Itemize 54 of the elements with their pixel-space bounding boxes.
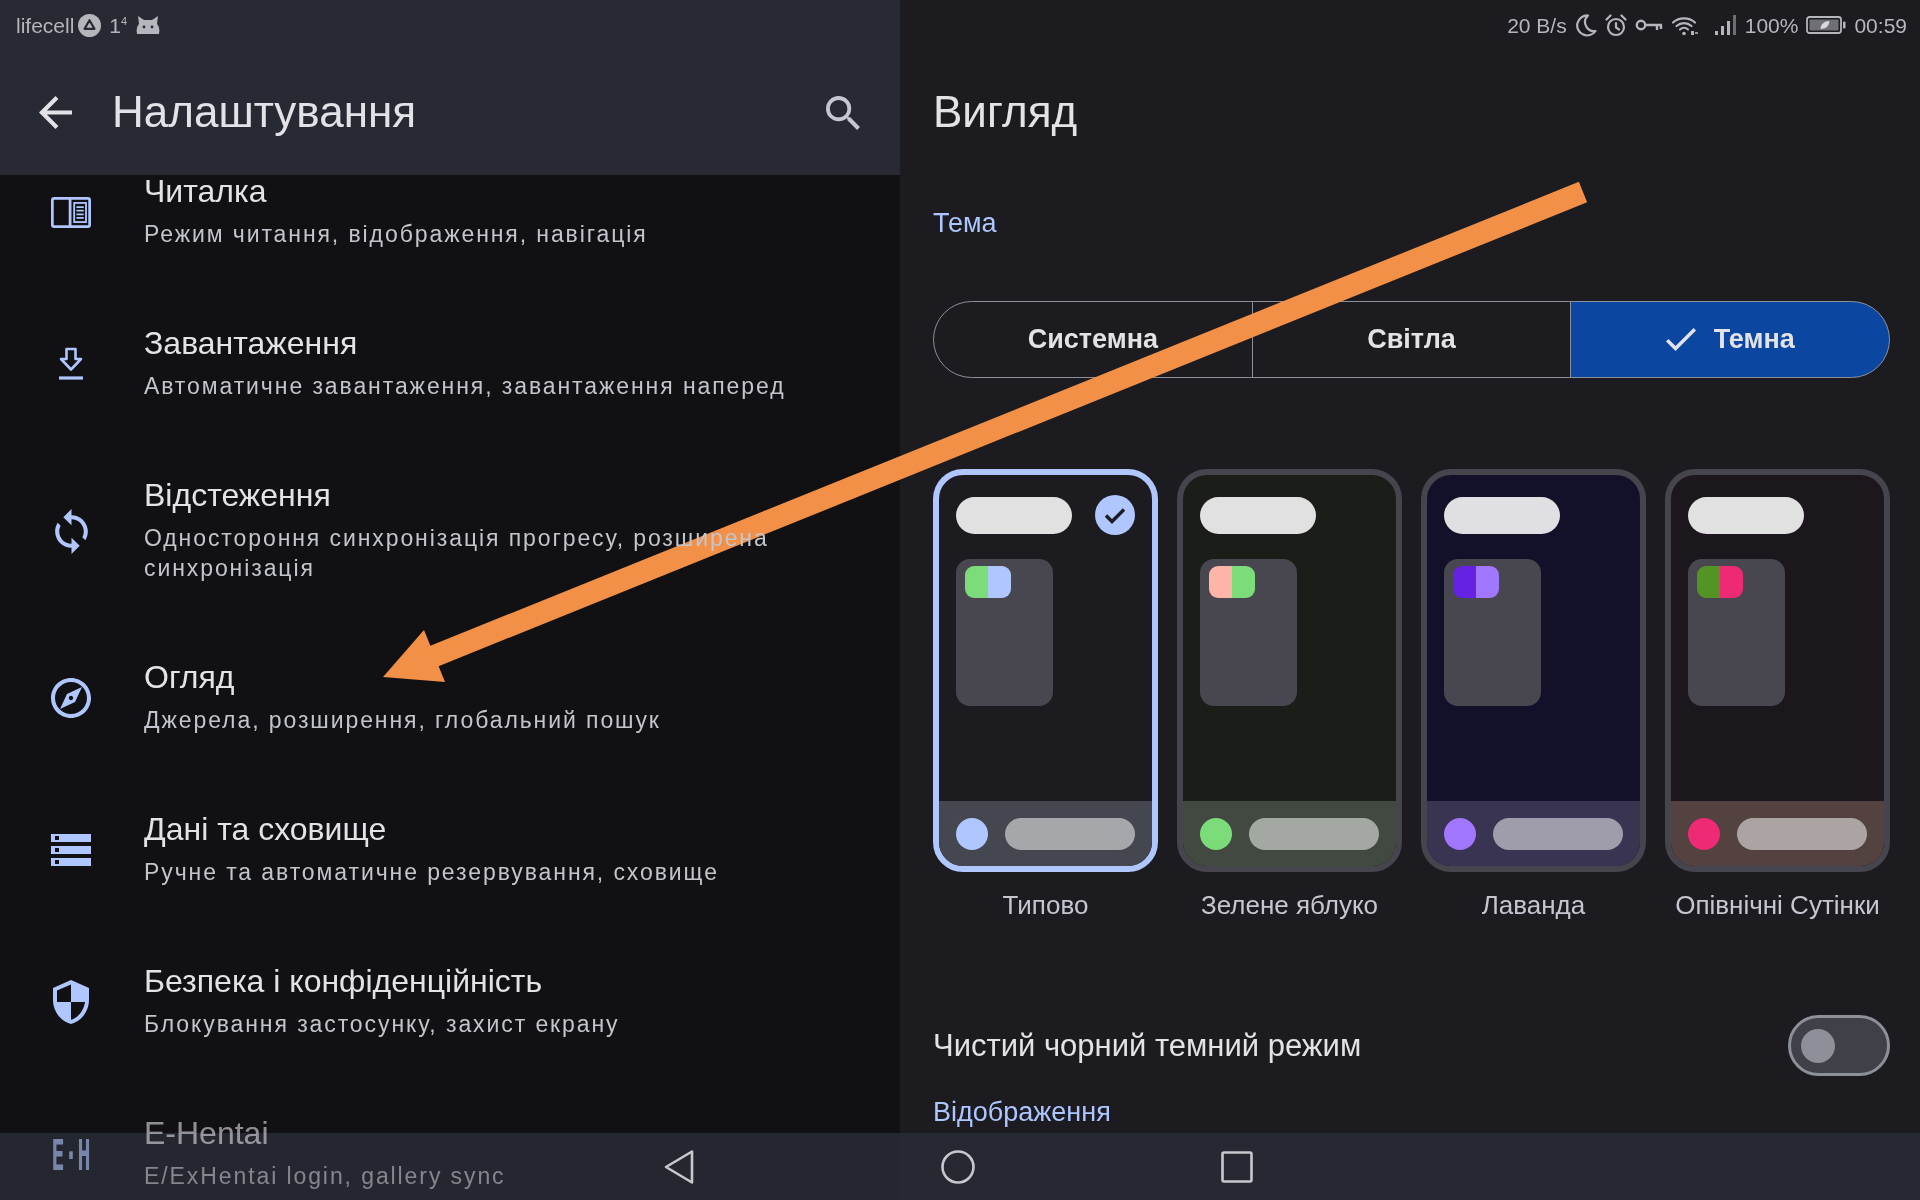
wifi-icon [1670,14,1699,36]
back-icon[interactable] [39,96,72,129]
recents-icon[interactable] [1221,1150,1253,1183]
settings-item-title[interactable]: Огляд [144,661,661,693]
theme-name: Типово [1002,889,1089,921]
sync-icon [54,508,88,554]
storage-icon [51,834,91,866]
settings-item-title[interactable]: Дані та сховище [144,813,719,845]
check-icon [1095,495,1135,535]
settings-item-title[interactable]: Читалка [144,175,648,207]
network-speed: 20 B/s [1507,14,1567,36]
theme-name: Лаванда [1481,889,1586,921]
toggle-switch[interactable] [1788,1015,1890,1076]
moon-icon [1574,13,1597,37]
settings-item-subtitle: E/ExHentai login, gallery sync [144,1162,506,1191]
settings-item-subtitle: Ручне та автоматичне резервування, сховище [144,858,719,887]
battery-icon [1806,16,1847,34]
page-title: Вигляд [933,86,1078,139]
download-icon [57,347,85,381]
settings-item-title[interactable]: Безпека і конфіденційність [144,965,620,997]
theme-card[interactable] [1177,469,1402,872]
settings-item-title[interactable]: E-Hentai [144,1117,506,1149]
theme-name: Зелене яблуко [1200,889,1379,921]
alarm-clock-icon [1604,13,1627,37]
setting-label: Чистий чорний темний режим [933,1027,1362,1064]
shield-icon [53,980,89,1024]
section-header: Відображення [933,1096,1111,1128]
clock-time: 00:59 [1854,14,1907,36]
section-header: Тема [933,207,997,240]
page-title: Налаштування [112,86,417,139]
search-icon[interactable] [826,95,860,130]
settings-item-subtitle: Автоматичне завантаження, завантаження наперед [144,372,786,401]
settings-item-title[interactable]: Відстеження [144,479,900,511]
home-icon[interactable] [941,1149,975,1184]
carrier-name: lifecell [16,14,75,36]
settings-item-subtitle: Джерела, розширення, глобальний пошук [144,706,661,735]
book-panel-icon [51,195,91,229]
segment-button[interactable]: Темна [1570,301,1890,378]
settings-item-title[interactable]: Завантаження [144,327,786,359]
key-icon [1634,18,1663,32]
cat-icon [135,15,162,35]
app-logo: E·H [51,1130,91,1178]
settings-item-subtitle: Режим читання, відображення, навігація [144,220,648,249]
theme-card[interactable] [1665,469,1890,872]
theme-card[interactable] [1421,469,1646,872]
battery-percent: 100% [1744,14,1799,36]
theme-name: Опівнічні Сутінки [1675,889,1880,921]
settings-item-subtitle: Блокування застосунку, захист екрану [144,1010,620,1039]
triangle-circle-icon [78,13,102,37]
signal-icon [1714,15,1737,35]
notification-number: 1$^{4}$ [109,14,128,36]
back-icon[interactable] [663,1148,695,1185]
compass-icon [51,678,91,718]
check-icon [1665,328,1696,351]
